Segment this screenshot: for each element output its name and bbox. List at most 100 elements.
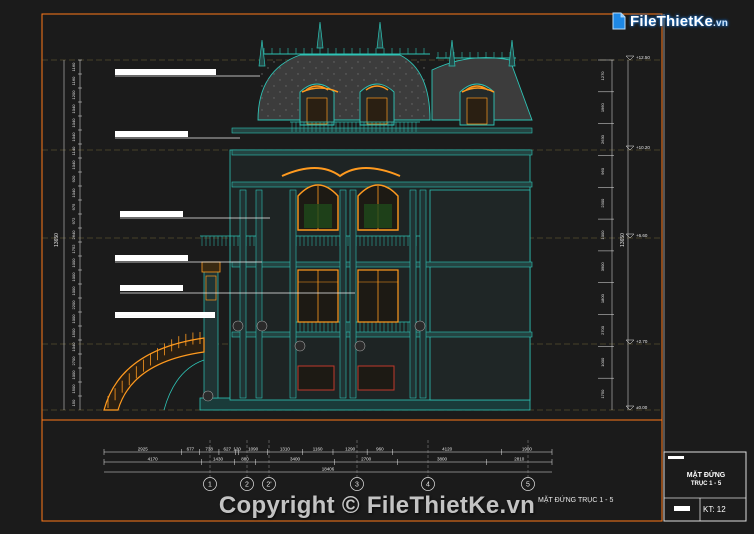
file-icon — [612, 12, 626, 30]
medallion — [232, 320, 244, 332]
right-dimension-chain: 13650 1270 1960 2630 960 2300 1000 3900 1800 2700… — [598, 55, 650, 411]
roof-tile — [309, 73, 311, 75]
axis-label: 4 — [426, 482, 430, 489]
axis-label: 5 — [526, 482, 530, 489]
roof-tile — [285, 85, 287, 87]
redacted-label — [120, 211, 183, 217]
bottom-segment-dim: 1900 — [522, 447, 533, 452]
left-segment-dim: 920 — [71, 175, 76, 182]
level-marker — [625, 55, 635, 61]
roof-tile — [315, 79, 317, 81]
level-label: +6.60 — [636, 233, 648, 238]
level-label: +2.70 — [636, 339, 648, 344]
basement-window — [297, 365, 335, 391]
left-segment-dim: 1200 — [71, 90, 76, 100]
left-segment-dim: 2640 — [71, 230, 76, 240]
roof-tile — [345, 61, 347, 63]
right-total-dim: 13650 — [620, 233, 626, 247]
title-block-mark — [668, 456, 684, 459]
roof-tile — [273, 73, 275, 75]
roof-tile — [285, 61, 287, 63]
right-segment-dim: 1270 — [600, 71, 605, 81]
roof-tile — [279, 115, 281, 117]
bottom-segment-dim: 1090 — [248, 447, 259, 452]
mansard-roof-main — [257, 54, 431, 121]
left-segment-dim: 1140 — [71, 146, 76, 155]
right-segment-dim: 1000 — [600, 230, 605, 240]
roof-tile — [267, 103, 269, 105]
left-segment-dim: 1040 — [71, 160, 76, 170]
roof-tile — [387, 67, 389, 69]
roof-tile — [375, 79, 377, 81]
roof-tile — [327, 79, 329, 81]
roof-tile — [297, 73, 299, 75]
roof-tile — [405, 85, 407, 87]
roof-tile — [291, 103, 293, 105]
roof-tile — [267, 79, 269, 81]
roof-tile — [363, 79, 365, 81]
sheet-number: KT: 12 — [703, 505, 726, 514]
roof-tile — [321, 73, 323, 75]
roof-tile — [297, 97, 299, 99]
roof-tile — [339, 115, 341, 117]
bottom-dimension-chain: 2925 677 738 627 120 1090 1310 1160 1290 960 4120 1… — [103, 447, 553, 473]
roof-tile — [375, 67, 377, 69]
roof-tile — [399, 115, 401, 117]
column — [339, 189, 347, 399]
left-segment-dim: 1040 — [71, 342, 76, 352]
roof-tile — [333, 73, 335, 75]
roof-tile — [399, 103, 401, 105]
level-marker — [625, 145, 635, 151]
brand-name: FileThietKe.vn — [630, 12, 729, 30]
bottom-segment-dim: 960 — [376, 447, 384, 452]
porch-capital — [201, 261, 221, 273]
roof-tile — [273, 85, 275, 87]
bottom-subtotal-dim: 2700 — [361, 457, 372, 462]
bottom-subtotal-dim: 3800 — [437, 457, 448, 462]
bottom-segment-dim: 1310 — [280, 447, 291, 452]
level-label: +10.20 — [636, 145, 650, 150]
bottom-segment-dim: 4120 — [442, 447, 453, 452]
roof-tile — [339, 91, 341, 93]
roof-tile — [285, 73, 287, 75]
roof-tile — [357, 61, 359, 63]
right-segment-dim: 960 — [600, 167, 605, 174]
cornice-band — [231, 331, 533, 338]
level-marker — [625, 233, 635, 239]
left-segment-dim: 1000 — [71, 286, 76, 296]
roof-tile — [393, 85, 395, 87]
roof-tile — [423, 115, 425, 117]
bottom-segment-dim: 1290 — [345, 447, 356, 452]
roof-tile — [261, 109, 263, 111]
cad-drawing: 13650 1160 1160 1200 1040 1040 1040 1140 1040 920… — [41, 13, 747, 522]
redacted-label — [115, 69, 216, 75]
roof-tile — [411, 67, 413, 69]
roof-tile — [411, 103, 413, 105]
bottom-segment-dim: 738 — [205, 447, 213, 452]
roof-tile — [303, 67, 305, 69]
spire — [376, 21, 384, 49]
spire — [316, 21, 324, 49]
basement-window — [357, 365, 395, 391]
roof-tile — [345, 109, 347, 111]
roof-tile — [291, 79, 293, 81]
stair-inner-curve — [163, 359, 205, 411]
roof-tile — [297, 85, 299, 87]
left-segment-dim: 1040 — [71, 104, 76, 114]
roof-tile — [273, 61, 275, 63]
column — [349, 189, 357, 399]
level-marker — [625, 405, 635, 411]
roof-tile — [291, 67, 293, 69]
left-segment-dim: 1000 — [71, 258, 76, 268]
roof-tile — [339, 79, 341, 81]
roof-tile — [423, 79, 425, 81]
curved-staircase — [103, 337, 205, 411]
dormer-window — [366, 97, 388, 125]
bottom-subtotal-dim: 4170 — [148, 457, 159, 462]
right-segment-dim: 2300 — [600, 198, 605, 208]
left-segment-dim: 1752 — [71, 244, 76, 254]
column — [255, 189, 263, 399]
axis-label: 1 — [208, 482, 212, 489]
roof-tile — [297, 109, 299, 111]
left-segment-dim: 1160 — [71, 76, 76, 85]
